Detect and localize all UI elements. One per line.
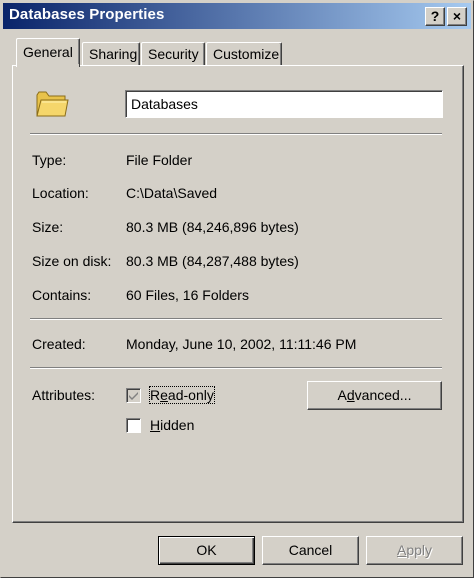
contains-label: Contains: (32, 287, 92, 303)
help-button[interactable]: ? (425, 7, 445, 26)
tab-customize[interactable]: Customize (206, 42, 282, 66)
size-value: 80.3 MB (84,246,896 bytes) (126, 219, 299, 235)
size-label: Size: (32, 219, 64, 235)
tab-general[interactable]: General (16, 38, 80, 67)
tab-security[interactable]: Security (141, 42, 205, 66)
folder-icon (36, 91, 69, 117)
ok-button[interactable]: OK (158, 536, 255, 565)
separator (30, 367, 442, 369)
read-only-label[interactable]: Read-only (149, 386, 215, 404)
type-value: File Folder (126, 152, 193, 168)
created-label: Created: (32, 336, 86, 352)
apply-button[interactable]: Apply (366, 536, 463, 565)
created-value: Monday, June 10, 2002, 11:11:46 PM (126, 336, 357, 352)
close-button[interactable]: × (447, 7, 467, 26)
location-value: C:\Data\Saved (126, 185, 218, 201)
advanced-button[interactable]: Advanced... (307, 381, 442, 410)
checkmark-icon (129, 392, 138, 400)
location-label: Location: (32, 185, 89, 201)
window-title: Databases Properties (9, 6, 165, 23)
hidden-label[interactable]: Hidden (150, 417, 194, 433)
type-label: Type: (32, 152, 67, 168)
active-tab-join (17, 64, 79, 67)
properties-window: Databases Properties ? × General Sharing… (0, 0, 474, 578)
folder-name-input[interactable] (125, 90, 443, 118)
size-on-disk-value: 80.3 MB (84,287,488 bytes) (126, 253, 299, 269)
separator (30, 318, 442, 320)
read-only-checkbox[interactable] (126, 388, 141, 403)
hidden-checkbox[interactable] (126, 418, 141, 433)
cancel-button[interactable]: Cancel (262, 536, 359, 565)
contains-value: 60 Files, 16 Folders (126, 287, 249, 303)
separator (30, 133, 442, 135)
title-bar[interactable]: Databases Properties ? × (3, 3, 471, 29)
size-on-disk-label: Size on disk: (32, 253, 112, 269)
attributes-label: Attributes: (32, 387, 96, 403)
tab-sharing[interactable]: Sharing (82, 42, 140, 66)
